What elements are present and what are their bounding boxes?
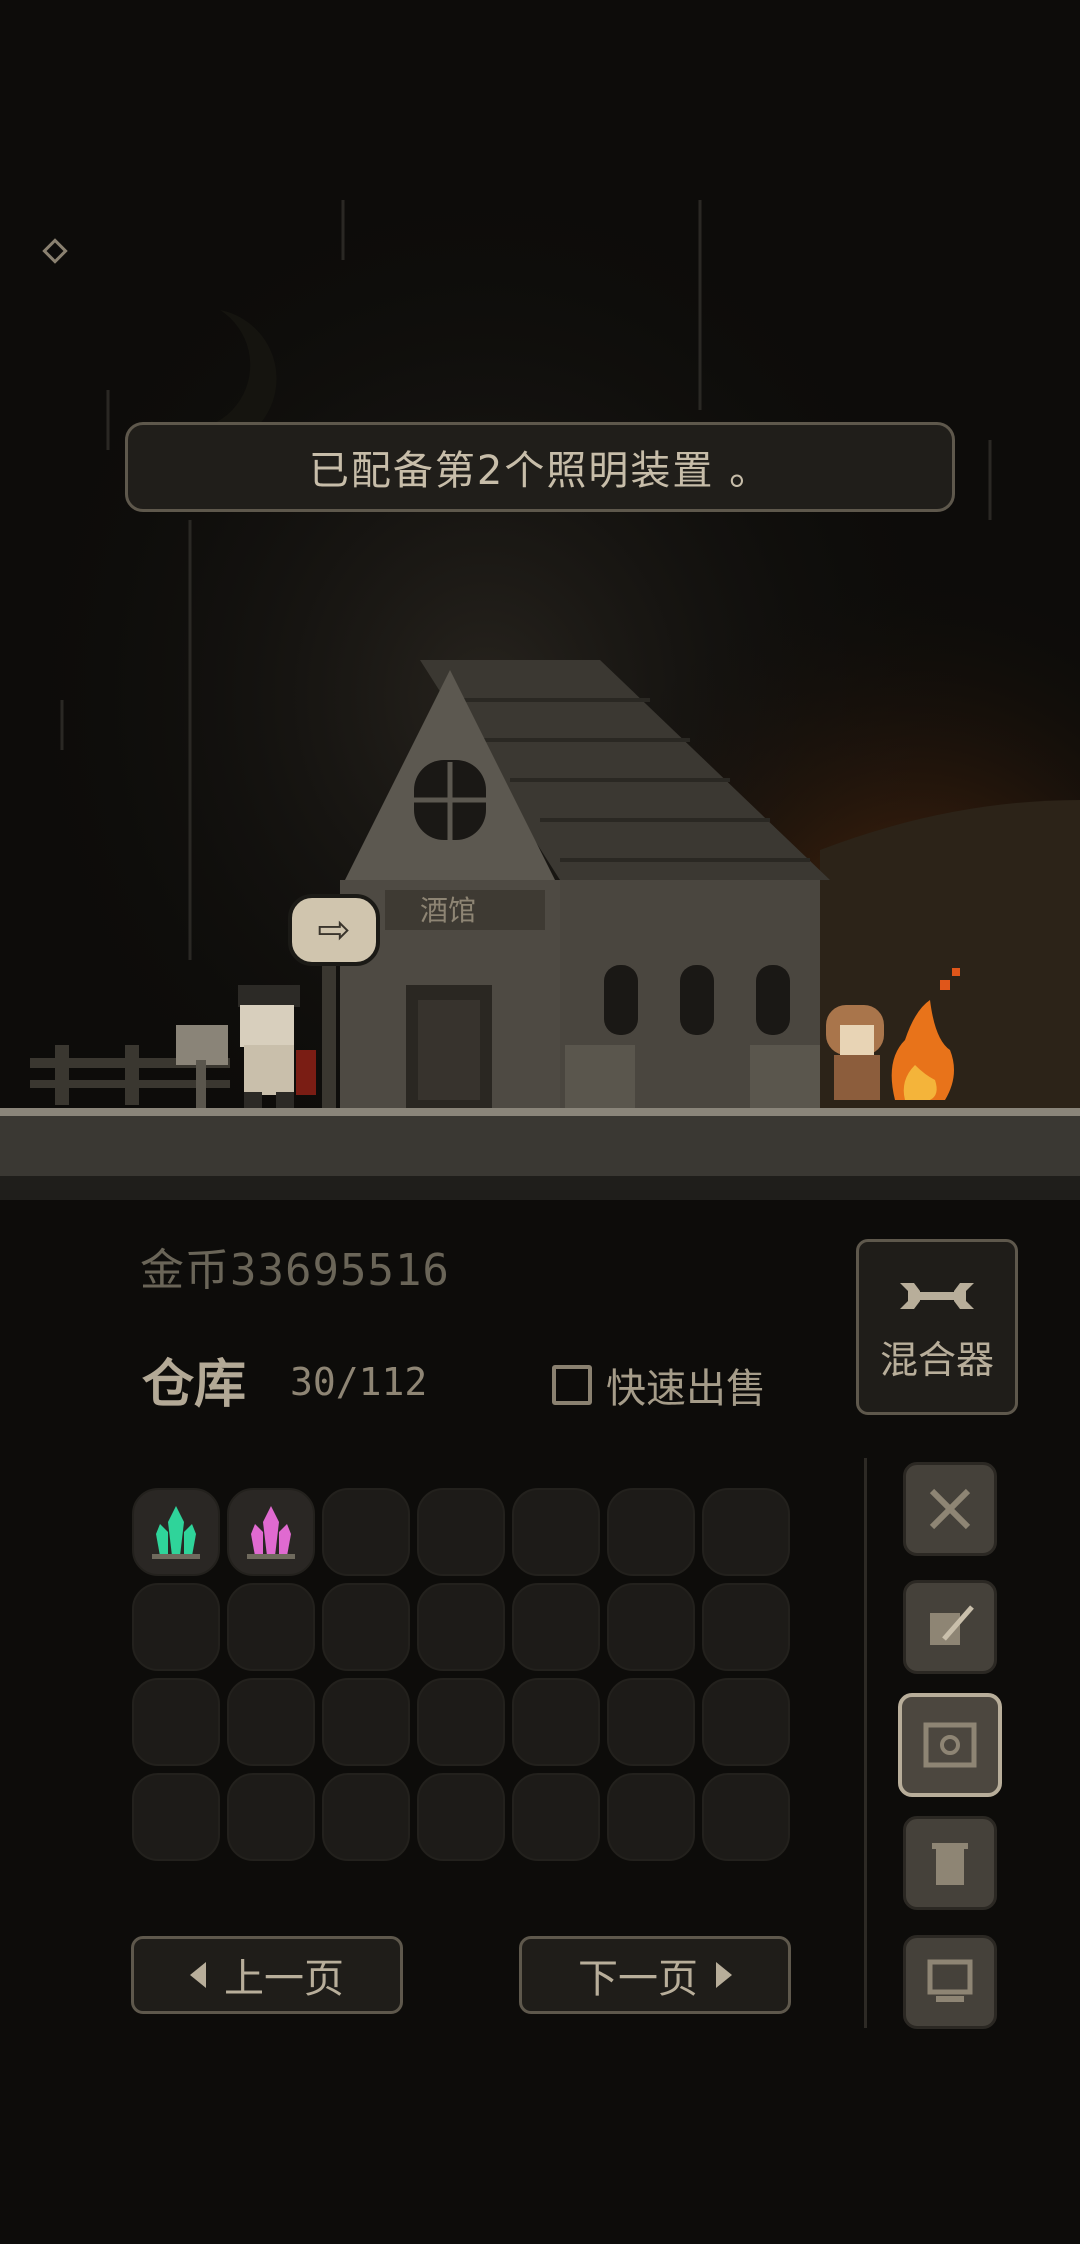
discard-tab-button[interactable] — [903, 1816, 997, 1910]
prev-page-label: 上一页 — [224, 1956, 344, 2002]
game-scene: 酒馆 — [0, 0, 1080, 1200]
inventory-slot[interactable] — [417, 1678, 505, 1766]
mixer-label: 混合器 — [879, 1337, 994, 1382]
inventory-slot[interactable] — [132, 1773, 220, 1861]
inventory-slot[interactable] — [322, 1773, 410, 1861]
shop-sign-text: 酒馆 — [420, 894, 476, 927]
inventory-slot[interactable] — [227, 1678, 315, 1766]
quest-tab-button[interactable] — [903, 1580, 997, 1674]
green-crystal-icon — [152, 1506, 200, 1559]
pink-crystal-icon — [247, 1506, 295, 1559]
prev-page-button[interactable]: 上一页 — [131, 1936, 403, 2014]
computer-icon — [927, 1959, 973, 2002]
inventory-slot[interactable] — [322, 1678, 410, 1766]
inventory-slot[interactable] — [322, 1583, 410, 1671]
inventory-slot[interactable] — [607, 1488, 695, 1576]
next-page-label: 下一页 — [578, 1956, 698, 2002]
next-page-button[interactable]: 下一页 — [519, 1936, 791, 2014]
quick-sell-label: 快速出售 — [606, 1366, 766, 1412]
inventory-slot[interactable] — [417, 1773, 505, 1861]
inventory-slot[interactable] — [607, 1583, 695, 1671]
inventory-slot[interactable] — [132, 1583, 220, 1671]
inventory-slot[interactable] — [512, 1678, 600, 1766]
arrow-right-icon — [716, 1962, 732, 1988]
notice-banner: 已配备第2个照明装置 。 — [125, 422, 955, 512]
inventory-slot[interactable] — [512, 1488, 600, 1576]
inventory-slot[interactable] — [322, 1488, 410, 1576]
mixer-button[interactable]: 混合器 — [856, 1239, 1018, 1415]
exit-door-icon[interactable]: ⇨ — [288, 894, 380, 966]
inventory-slot[interactable] — [227, 1773, 315, 1861]
scroll-quill-icon — [930, 1605, 974, 1645]
warehouse-tab-button[interactable] — [898, 1693, 1002, 1797]
trash-can-icon — [932, 1843, 968, 1885]
warehouse-capacity: 30/112 — [290, 1360, 428, 1404]
safe-icon — [923, 1722, 977, 1768]
inventory-slot[interactable] — [132, 1678, 220, 1766]
inventory-slot[interactable] — [702, 1678, 790, 1766]
inventory-slot[interactable] — [607, 1773, 695, 1861]
inventory-slot[interactable] — [512, 1773, 600, 1861]
inventory-slot[interactable] — [702, 1583, 790, 1671]
warehouse-title: 仓库 — [142, 1355, 247, 1415]
inventory-slot[interactable] — [607, 1678, 695, 1766]
inventory-slot[interactable] — [702, 1488, 790, 1576]
wrench-icon — [900, 1282, 974, 1309]
equipment-tab-button[interactable] — [903, 1462, 997, 1556]
system-tab-button[interactable] — [903, 1935, 997, 2029]
inventory-slot[interactable] — [132, 1488, 220, 1576]
inventory-slot[interactable] — [417, 1488, 505, 1576]
panel-divider — [864, 1458, 867, 2028]
quick-sell-toggle[interactable]: 快速出售 — [552, 1356, 766, 1414]
notice-text: 已配备第2个照明装置 。 — [308, 448, 772, 494]
inventory-slot[interactable] — [227, 1488, 315, 1576]
crossed-swords-icon — [929, 1488, 971, 1530]
arrow-left-icon — [190, 1962, 206, 1988]
gold-amount: 金币33695516 — [140, 1245, 450, 1296]
inventory-slot[interactable] — [512, 1583, 600, 1671]
inventory-slot[interactable] — [227, 1583, 315, 1671]
inventory-grid — [132, 1488, 790, 1861]
inventory-slot[interactable] — [417, 1583, 505, 1671]
inventory-slot[interactable] — [702, 1773, 790, 1861]
quick-sell-checkbox[interactable] — [552, 1365, 592, 1405]
